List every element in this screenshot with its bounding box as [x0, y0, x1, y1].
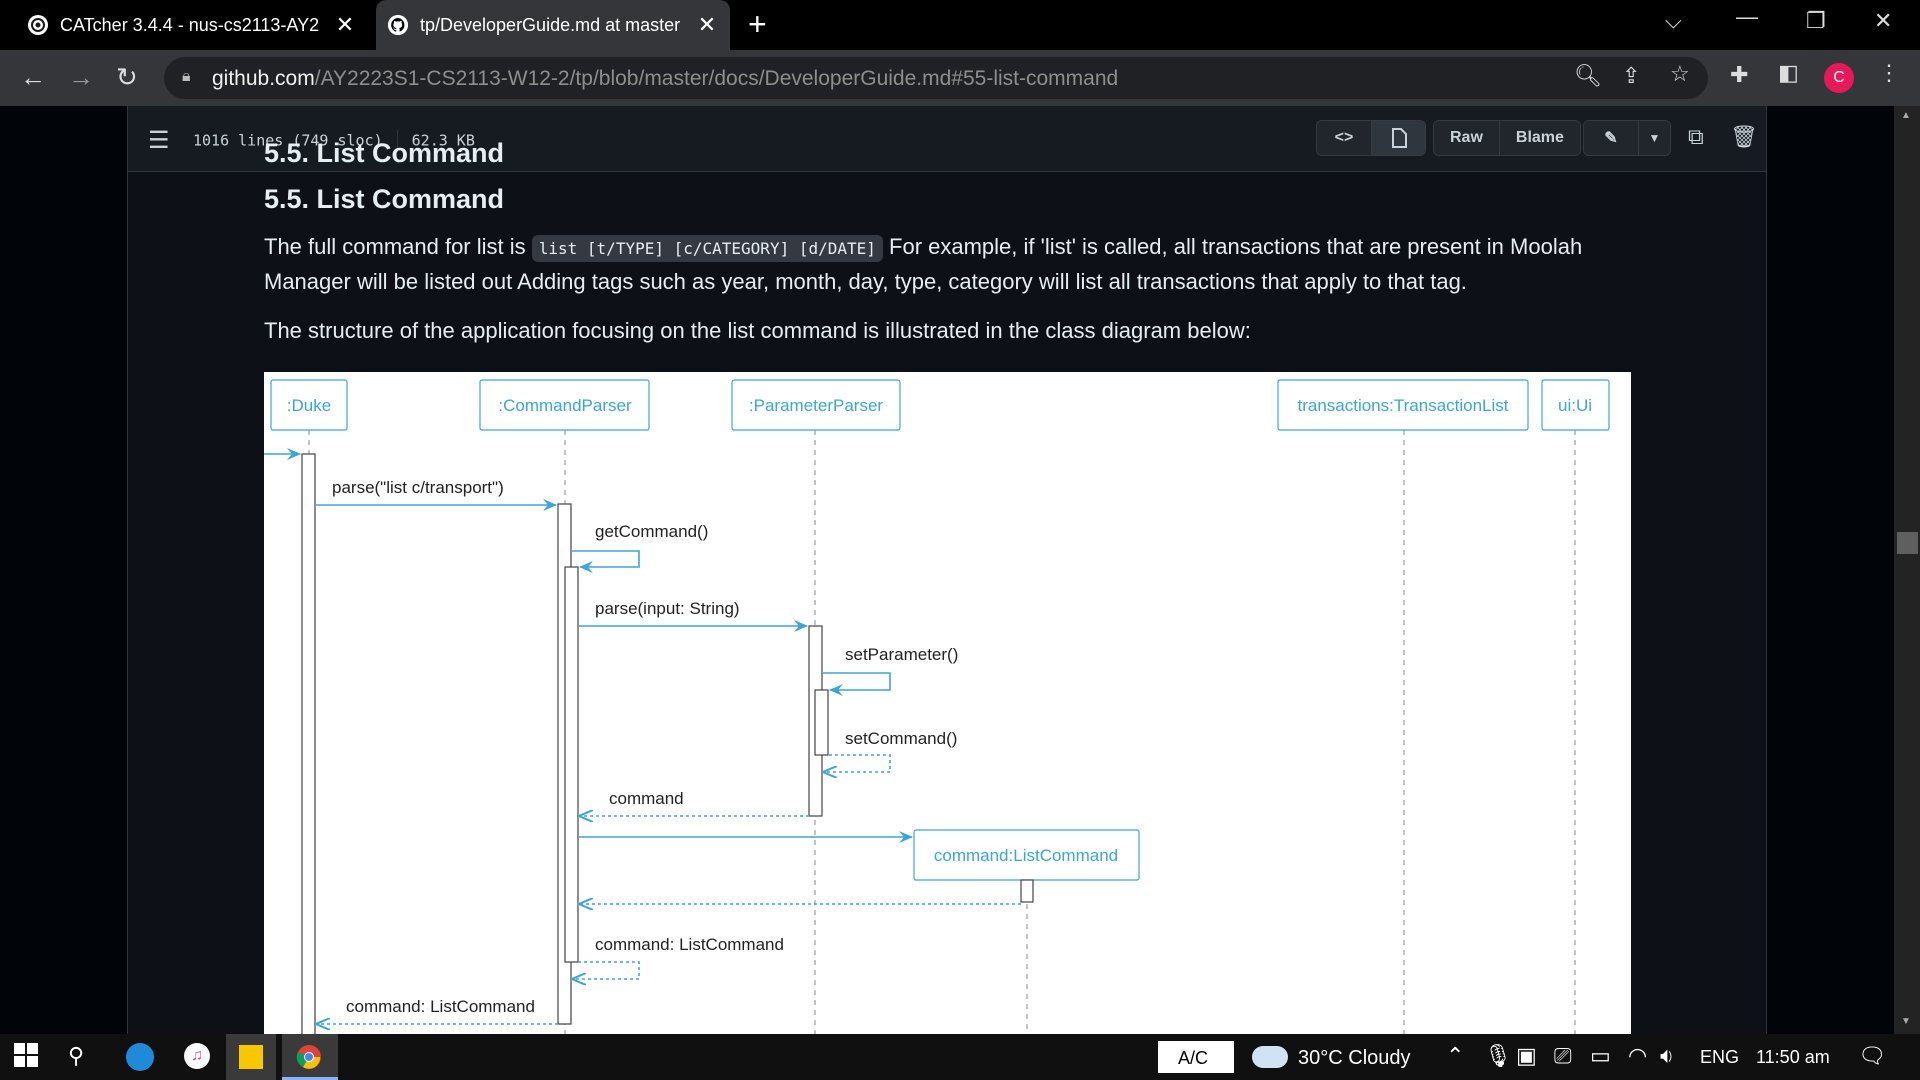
side-panel-icon[interactable]: ◧ — [1778, 60, 1799, 86]
tab-title: tp/DeveloperGuide.md at master — [420, 14, 681, 35]
search-icon[interactable]: ⚲ — [68, 1043, 84, 1069]
edit-dropdown-button[interactable]: ▼ — [1638, 121, 1670, 155]
share-icon[interactable]: ⇪ — [1622, 63, 1640, 89]
close-tab-icon[interactable]: ✕ — [332, 12, 358, 38]
activation-commandparser-nested — [564, 566, 579, 963]
copy-icon[interactable]: ⧉ — [1688, 124, 1704, 150]
trash-icon[interactable]: 🗑︎ — [1730, 124, 1758, 150]
microphone-icon[interactable]: 🎙︎ — [1484, 1043, 1512, 1069]
page-title: 5.5. List Command — [264, 138, 505, 168]
edit-button[interactable]: ✎ — [1584, 121, 1638, 155]
chrome-taskbar-item[interactable] — [282, 1034, 338, 1080]
clock[interactable]: 11:50 am — [1756, 1047, 1830, 1068]
extensions-icon[interactable]: ✚ — [1730, 62, 1748, 88]
sticky-notes-icon — [239, 1045, 263, 1069]
windows-taskbar: ⚲ ♫ A/C 30°C Cloudy ⌃ 🎙︎ ▣ ⎚ ▭ ◠ 🔉︎ ENG … — [0, 1034, 1920, 1080]
minimize-icon[interactable]: — — [1736, 4, 1758, 30]
edge-icon[interactable] — [126, 1043, 154, 1071]
message-setcommand: setCommand() — [845, 729, 957, 748]
tab-title: CATcher 3.4.4 - nus-cs2113-AY22 — [60, 14, 320, 35]
scrollbar-thumb[interactable] — [1897, 532, 1918, 554]
tray-app-icon[interactable]: ▣ — [1516, 1043, 1537, 1069]
file-icon — [1391, 128, 1407, 148]
new-tab-icon[interactable]: + — [748, 6, 767, 43]
ac-indicator[interactable]: A/C — [1158, 1041, 1234, 1073]
arrow-setparameter — [823, 672, 891, 696]
activation-parameterparser-nested — [814, 689, 829, 756]
bookmark-star-icon[interactable]: ☆ — [1670, 61, 1690, 87]
close-window-icon[interactable]: ✕ — [1874, 8, 1892, 34]
participant-listcommand: command:ListCommand — [934, 846, 1118, 865]
message-parse-list: parse("list c/transport") — [332, 478, 504, 497]
browser-toolbar: ← → ↻ 🔒︎ github.com/AY2223S1-CS2113-W12-… — [0, 50, 1920, 106]
arrow-return-self — [573, 961, 640, 979]
caret-down-icon: ▼ — [1648, 131, 1661, 145]
language-indicator[interactable]: ENG — [1700, 1047, 1739, 1068]
page-scrollbar[interactable]: ▲ ▼ — [1894, 106, 1920, 1034]
arrow-setcommand — [824, 754, 891, 772]
catcher-icon — [28, 15, 48, 35]
message-parse-input: parse(input: String) — [595, 599, 740, 618]
tab-search-chevron-icon[interactable]: ⌵ — [1665, 8, 1682, 34]
pencil-icon: ✎ — [1604, 130, 1618, 147]
edit-group: ✎ ▼ — [1583, 120, 1671, 156]
view-toggle-group: <> — [1316, 120, 1426, 156]
scroll-down-icon[interactable]: ▼ — [1901, 1016, 1911, 1027]
participant-parameterparser: :ParameterParser — [749, 396, 883, 415]
address-bar[interactable]: 🔒︎ github.com/AY2223S1-CS2113-W12-2/tp/b… — [164, 57, 1708, 99]
message-getcommand: getCommand() — [595, 522, 708, 541]
message-command-listcommand-2: command: ListCommand — [346, 997, 535, 1016]
camera-icon[interactable]: ⎚ — [1554, 1043, 1572, 1069]
code-icon: <> — [1334, 129, 1354, 146]
browser-tab-bar: CATcher 3.4.4 - nus-cs2113-AY22 ✕ tp/Dev… — [0, 0, 1920, 50]
forward-icon[interactable]: → — [68, 62, 94, 93]
activation-duke — [301, 453, 316, 1052]
url-text: github.com/AY2223S1-CS2113-W12-2/tp/blob… — [212, 67, 1119, 90]
weather-text[interactable]: 30°C Cloudy — [1298, 1047, 1411, 1070]
lock-icon: 🔒︎ — [182, 68, 191, 85]
message-setparameter: setParameter() — [845, 645, 958, 664]
participant-commandparser: :CommandParser — [498, 396, 632, 415]
inline-code: list [t/TYPE] [c/CATEGORY] [d/DATE] — [531, 235, 883, 262]
profile-avatar[interactable]: C — [1824, 63, 1854, 93]
windows-start-icon[interactable] — [14, 1043, 38, 1073]
wifi-icon[interactable]: ◠ — [1628, 1043, 1647, 1069]
volume-icon[interactable]: 🔉︎ — [1660, 1043, 1674, 1069]
message-command: command — [609, 789, 684, 808]
sequence-diagram-svg: :Duke :CommandParser :ParameterParser tr… — [264, 379, 1610, 1052]
notification-icon[interactable]: 🗨︎ — [1858, 1043, 1886, 1069]
zoom-icon[interactable]: 🔍︎ — [1574, 63, 1602, 89]
chrome-icon — [296, 1045, 321, 1069]
close-tab-icon[interactable]: ✕ — [694, 12, 720, 38]
outline-list-icon[interactable]: ☰ — [148, 126, 170, 155]
battery-icon[interactable]: ▭ — [1590, 1043, 1611, 1069]
sticky-notes-taskbar-item[interactable] — [226, 1034, 276, 1080]
back-icon[interactable]: ← — [20, 62, 46, 93]
code-view-button[interactable]: <> — [1317, 121, 1371, 155]
reload-icon[interactable]: ↻ — [116, 62, 138, 93]
participant-ui: ui:Ui — [1558, 396, 1592, 415]
message-command-listcommand-1: command: ListCommand — [595, 935, 784, 954]
raw-button[interactable]: Raw — [1434, 121, 1499, 155]
music-icon[interactable]: ♫ — [184, 1043, 210, 1069]
paragraph-list-command: The full command for list is list [t/TYP… — [264, 234, 1583, 294]
github-icon — [388, 15, 408, 35]
restore-icon[interactable]: ❐ — [1806, 8, 1826, 34]
activation-listcommand — [1020, 879, 1034, 903]
raw-blame-group: Raw Blame — [1433, 120, 1581, 156]
section-heading: 5.5. List Command — [264, 184, 505, 214]
tab-catcher[interactable]: CATcher 3.4.4 - nus-cs2113-AY22 ✕ — [28, 0, 366, 50]
menu-kebab-icon[interactable]: ⋮ — [1878, 60, 1900, 86]
preview-button[interactable] — [1371, 121, 1425, 155]
scroll-up-icon[interactable]: ▲ — [1901, 110, 1911, 121]
paragraph-diagram-intro: The structure of the application focusin… — [264, 318, 1251, 343]
tab-github[interactable]: tp/DeveloperGuide.md at master ✕ — [376, 0, 730, 50]
participant-duke: :Duke — [287, 396, 331, 415]
cloud-icon — [1252, 1046, 1288, 1068]
arrow-getcommand — [572, 550, 640, 573]
sequence-diagram: :Duke :CommandParser :ParameterParser tr… — [264, 372, 1631, 1052]
tray-chevron-icon[interactable]: ⌃ — [1446, 1043, 1464, 1069]
blame-button[interactable]: Blame — [1498, 121, 1580, 155]
participant-transactionlist: transactions:TransactionList — [1297, 396, 1508, 415]
